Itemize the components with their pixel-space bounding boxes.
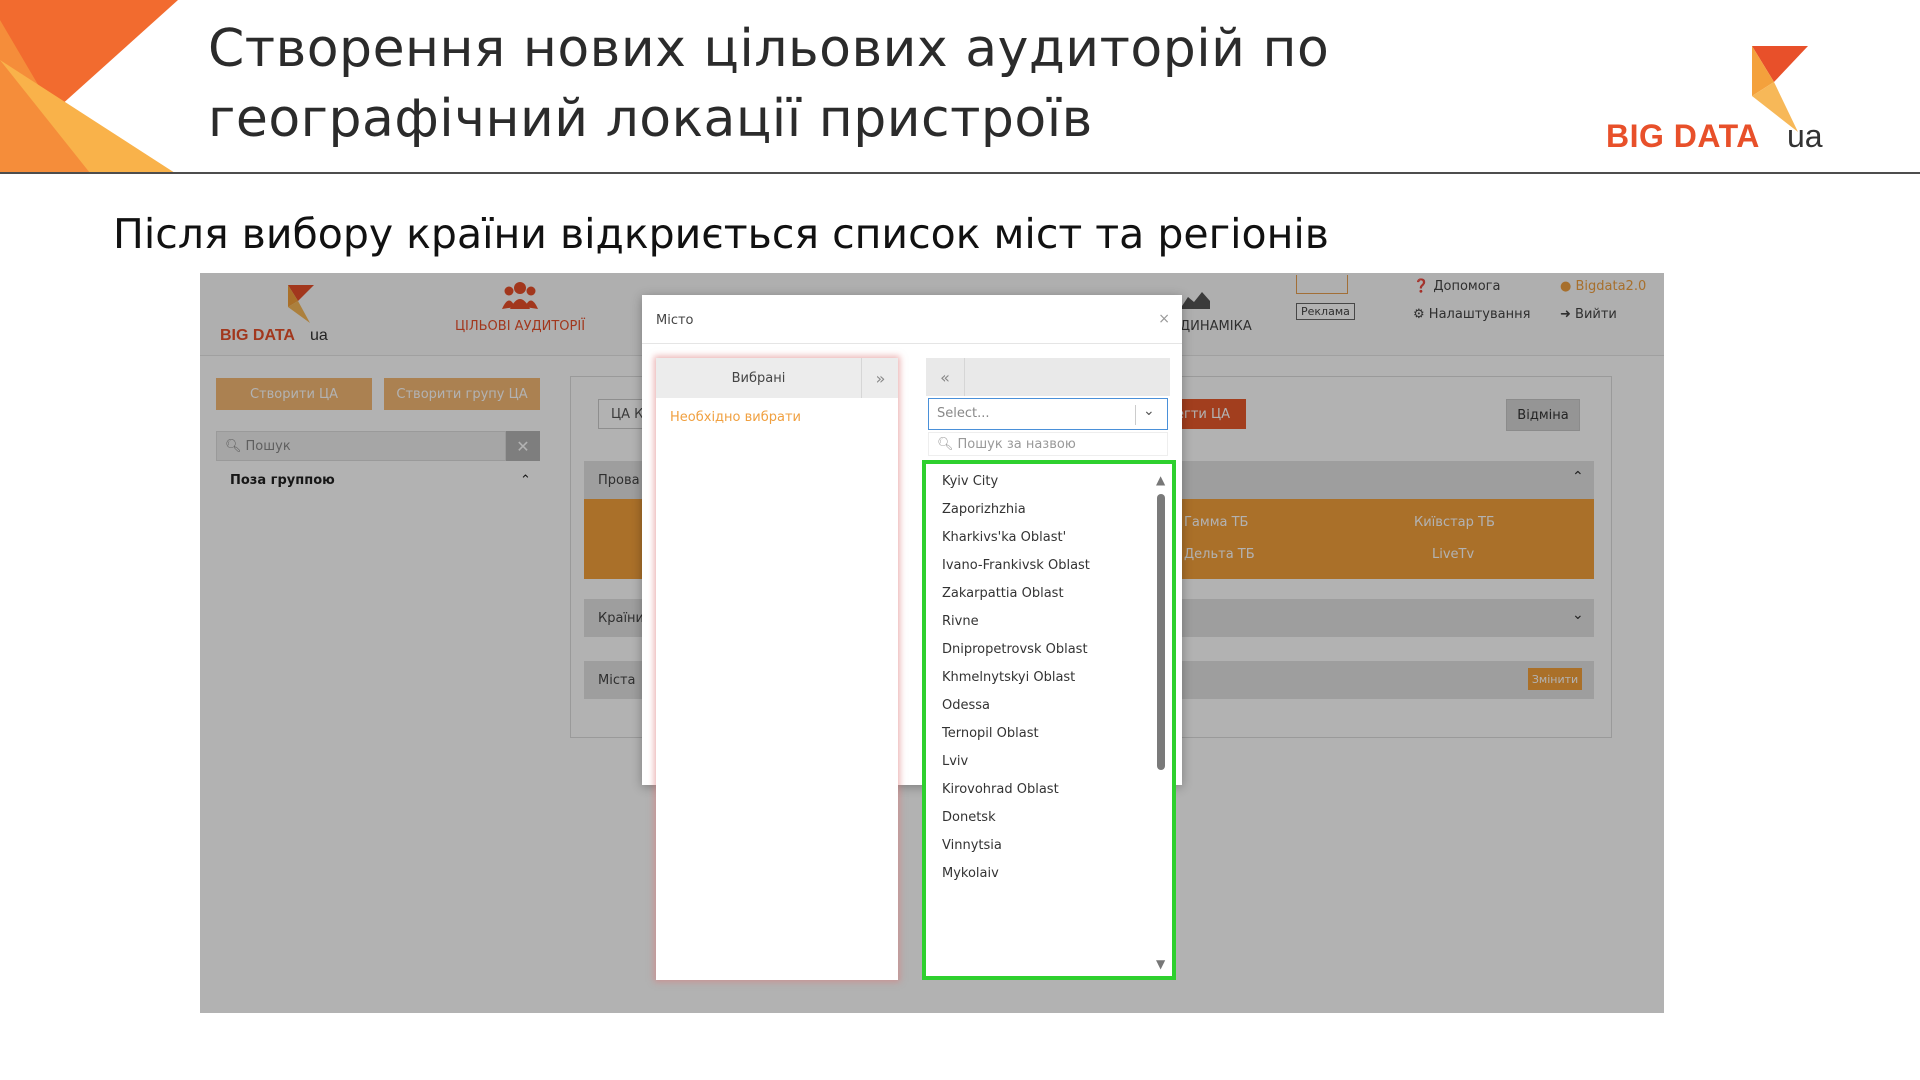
region-select[interactable]: Select... ⌄ bbox=[928, 398, 1168, 430]
list-item[interactable]: Kyiv City bbox=[942, 474, 998, 489]
selected-empty-hint: Необхідно вибрати bbox=[670, 410, 801, 425]
double-chevron-left-icon[interactable]: « bbox=[926, 358, 965, 396]
scroll-up-arrow-icon[interactable]: ▲ bbox=[1156, 474, 1165, 486]
list-item[interactable]: Zakarpattia Oblast bbox=[942, 586, 1064, 601]
list-item[interactable]: Lviv bbox=[942, 754, 968, 769]
modal-divider bbox=[642, 343, 1182, 344]
app-screenshot: BIG DATA ua ЦІЛЬОВІ АУДИТОРІЇ ДИНАМІКА Р… bbox=[200, 273, 1664, 1013]
selected-header: Вибрані » bbox=[656, 358, 898, 398]
selected-cities-panel: Вибрані » Необхідно вибрати bbox=[656, 358, 898, 980]
search-icon: 🔍︎ bbox=[937, 436, 954, 452]
list-item[interactable]: Kharkivs'ka Oblast' bbox=[942, 530, 1066, 545]
list-item[interactable]: Kirovohrad Oblast bbox=[942, 782, 1059, 797]
list-item[interactable]: Vinnytsia bbox=[942, 838, 1002, 853]
selected-header-label: Вибрані bbox=[731, 370, 786, 386]
header-divider bbox=[0, 172, 1920, 174]
list-item[interactable]: Ivano-Frankivsk Oblast bbox=[942, 558, 1090, 573]
brand-logo: BIG DATA ua bbox=[1604, 46, 1834, 158]
list-item[interactable]: Odessa bbox=[942, 698, 990, 713]
chevron-down-icon[interactable]: ⌄ bbox=[1143, 403, 1155, 419]
list-item[interactable]: Khmelnytskyi Oblast bbox=[942, 670, 1075, 685]
list-item[interactable]: Dnipropetrovsk Oblast bbox=[942, 642, 1088, 657]
name-search-input[interactable]: 🔍︎ Пошук за назвою bbox=[928, 432, 1168, 456]
scroll-down-arrow-icon[interactable]: ▼ bbox=[1156, 958, 1165, 970]
list-item[interactable]: Mykolaiv bbox=[942, 866, 999, 881]
modal-title: Місто bbox=[656, 313, 694, 328]
close-icon[interactable]: × bbox=[1158, 311, 1170, 327]
scrollbar-thumb[interactable] bbox=[1157, 494, 1165, 770]
list-item[interactable]: Ternopil Oblast bbox=[942, 726, 1039, 741]
slide-title: Створення нових цільових аудиторій по ге… bbox=[208, 19, 1330, 149]
slide-subtitle: Після вибору країни відкриється список м… bbox=[113, 210, 1329, 258]
corner-decoration bbox=[0, 0, 178, 173]
list-item[interactable]: Donetsk bbox=[942, 810, 996, 825]
list-item[interactable]: Rivne bbox=[942, 614, 979, 629]
city-list: Kyiv City Zaporizhzhia Kharkivs'ka Oblas… bbox=[922, 460, 1176, 980]
double-chevron-right-icon[interactable]: » bbox=[861, 358, 899, 398]
list-item[interactable]: Zaporizhzhia bbox=[942, 502, 1026, 517]
available-header: « bbox=[926, 358, 1170, 396]
list-scrollbar[interactable]: ▲ ▼ bbox=[1156, 474, 1166, 970]
